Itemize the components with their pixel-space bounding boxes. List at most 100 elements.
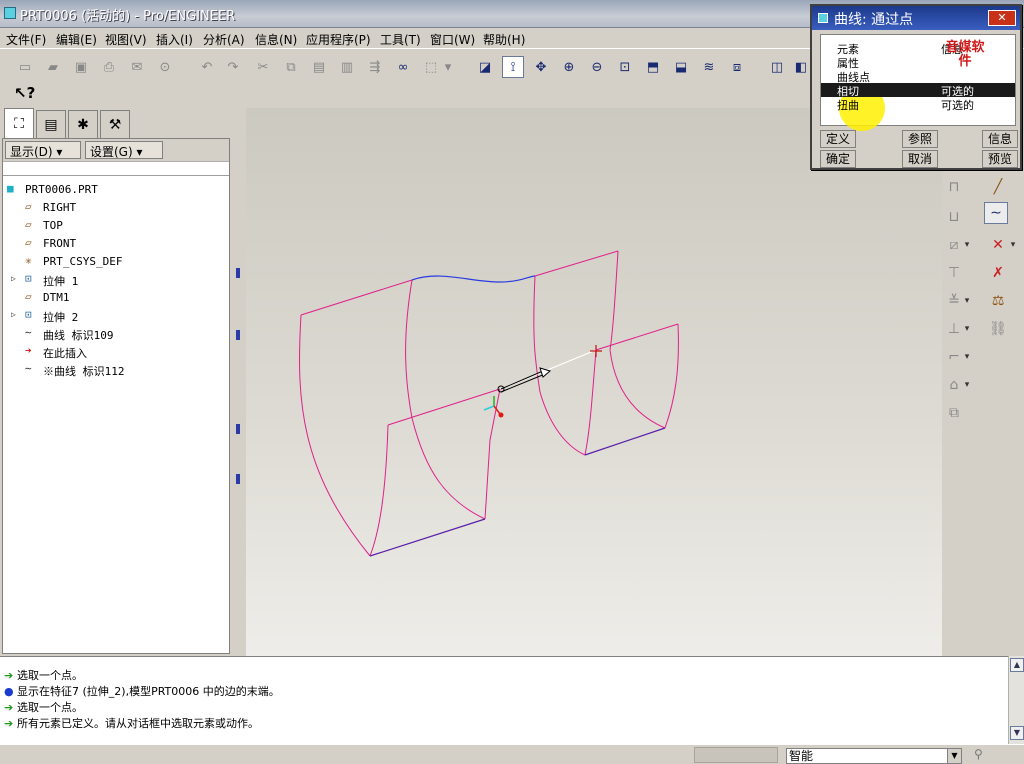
chevron-down-icon[interactable]: ▾ (962, 346, 972, 368)
menu-window[interactable]: 窗口(W) (430, 31, 475, 48)
selection-box-icon[interactable]: ⬚ (420, 56, 442, 78)
tree-item[interactable]: ✳ PRT_CSYS_DEF (3, 252, 227, 270)
sketch-line-icon[interactable]: ╱ (986, 176, 1010, 198)
tree-item[interactable]: ▱ FRONT (3, 234, 227, 252)
menu-insert[interactable]: 插入(I) (156, 31, 193, 48)
menu-file[interactable]: 文件(F) (6, 31, 46, 48)
graphics-window[interactable] (246, 108, 942, 656)
chevron-down-icon[interactable]: ▼ (947, 749, 961, 763)
chevron-down-icon[interactable]: ▾ (962, 374, 972, 396)
tree-item[interactable]: ▱ RIGHT (3, 198, 227, 216)
preview-button[interactable]: 预览 (982, 150, 1018, 168)
hole-tool-icon[interactable]: ⊓ (942, 176, 966, 198)
panel-sash[interactable] (232, 108, 244, 656)
model-tree: ■ PRT0006.PRT ▱ RIGHT ▱ TOP ▱ FRONT ✳ PRT_CSYS_DE… (3, 175, 229, 653)
zoom-out-icon[interactable]: ⊖ (586, 56, 608, 78)
layers-icon[interactable]: ≋ (698, 56, 720, 78)
element-row-curve-points[interactable]: 曲线点 (821, 69, 1015, 84)
whats-this-help-icon[interactable]: ↖? (14, 84, 35, 102)
print-icon[interactable]: ⎙ (98, 56, 120, 78)
tree-item-label: PRT_CSYS_DEF (43, 255, 123, 268)
chevron-down-icon[interactable]: ▾ (962, 290, 972, 312)
redo-icon[interactable]: ↷ (222, 56, 244, 78)
tree-item-label: DTM1 (43, 291, 70, 304)
wireframe-icon[interactable]: ◫ (766, 56, 788, 78)
cut-icon[interactable]: ✂ (252, 56, 274, 78)
define-button[interactable]: 定义 (820, 130, 856, 148)
paste-icon[interactable]: ▤ (308, 56, 330, 78)
copy-model-icon[interactable]: ⊙ (154, 56, 176, 78)
element-row-tangency[interactable]: 相切 可选的 (821, 83, 1015, 98)
saved-views-icon[interactable]: ⬓ (670, 56, 692, 78)
tree-filter-field[interactable] (3, 161, 229, 175)
info-button[interactable]: 信息 (982, 130, 1018, 148)
hidden-line-icon[interactable]: ◧ (794, 56, 808, 78)
menu-info[interactable]: 信息(N) (255, 31, 297, 48)
tree-item[interactable]: ➔ 在此插入 (3, 342, 227, 361)
spin-center-icon[interactable]: ⟟ (502, 56, 524, 78)
tree-item[interactable]: ▷ ⊡ 拉伸 2 (3, 306, 227, 325)
analysis-feature-icon[interactable]: ⚖ (986, 290, 1010, 312)
refit-icon[interactable]: ⊡ (614, 56, 636, 78)
menu-analysis[interactable]: 分析(A) (203, 31, 245, 48)
model-tree-tab[interactable]: ⛶ (4, 108, 34, 138)
expand-icon[interactable]: ▷ (11, 273, 23, 285)
scroll-up-icon[interactable]: ▲ (1010, 658, 1024, 672)
model-wireframe (299, 250, 679, 557)
open-folder-icon[interactable]: ▰ (42, 56, 64, 78)
tree-item[interactable]: ∼ 曲线 标识109 (3, 324, 227, 343)
shell-tool-icon[interactable]: ⊔ (942, 206, 966, 228)
element-row-tweak[interactable]: 扭曲 可选的 (821, 97, 1015, 112)
favorites-tab[interactable]: ✱ (68, 110, 98, 138)
chevron-down-icon[interactable]: ▾ (1008, 234, 1018, 256)
chevron-down-icon[interactable]: ▾ (442, 56, 454, 78)
reorient-icon[interactable]: ⬒ (642, 56, 664, 78)
bottom-edge (584, 427, 666, 456)
regenerate-icon[interactable]: ⇶ (364, 56, 386, 78)
tree-item[interactable]: ▷ ⊡ 拉伸 1 (3, 270, 227, 289)
dialog-title: 曲线: 通过点 (834, 12, 914, 28)
connections-tab[interactable]: ⚒ (100, 110, 130, 138)
find-binoculars-icon[interactable]: ∞ (392, 56, 414, 78)
menu-applications[interactable]: 应用程序(P) (306, 31, 371, 48)
expand-icon[interactable]: ▷ (11, 309, 23, 321)
folder-browser-tab[interactable]: ▤ (36, 110, 66, 138)
message-scrollbar[interactable]: ▲ ▼ (1008, 656, 1024, 744)
orient-mode-icon[interactable]: ✥ (530, 56, 552, 78)
ok-button[interactable]: 确定 (820, 150, 856, 168)
copy-icon[interactable]: ⧉ (280, 56, 302, 78)
chevron-down-icon[interactable]: ▾ (962, 234, 972, 256)
extrude-icon: ⊡ (25, 308, 32, 321)
tree-item[interactable]: ∼ ※曲线 标识112 (3, 360, 227, 379)
cancel-button[interactable]: 取消 (902, 150, 938, 168)
tree-item[interactable]: ▱ TOP (3, 216, 227, 234)
datum-point-icon[interactable]: ✕ (986, 234, 1010, 256)
tree-item[interactable]: ■ PRT0006.PRT (3, 180, 227, 198)
send-mail-icon[interactable]: ✉ (126, 56, 148, 78)
view-manager-icon[interactable]: ⧈ (726, 56, 748, 78)
datum-curve-icon[interactable]: ∼ (984, 202, 1008, 224)
menu-tools[interactable]: 工具(T) (380, 31, 421, 48)
undo-icon[interactable]: ↶ (196, 56, 218, 78)
element-row-attributes[interactable]: 属性 (821, 55, 1015, 70)
menu-view[interactable]: 视图(V) (105, 31, 147, 48)
menu-help[interactable]: 帮助(H) (483, 31, 525, 48)
reference-button[interactable]: 参照 (902, 130, 938, 148)
paste-special-icon[interactable]: ▥ (336, 56, 358, 78)
datum-display-icon[interactable]: ◪ (474, 56, 496, 78)
chevron-down-icon[interactable]: ▾ (962, 318, 972, 340)
settings-button[interactable]: 设置(G) ▾ (85, 141, 163, 159)
merge-tool-icon[interactable]: ⧉ (942, 402, 966, 424)
zoom-in-icon[interactable]: ⊕ (558, 56, 580, 78)
save-icon[interactable]: ▣ (70, 56, 92, 78)
menu-edit[interactable]: 编辑(E) (56, 31, 97, 48)
show-button[interactable]: 显示(D) ▾ (5, 141, 81, 159)
close-icon[interactable]: ✕ (988, 10, 1016, 26)
draft-tool-icon[interactable]: ⊤ (942, 262, 966, 284)
tree-item[interactable]: ▱ DTM1 (3, 288, 227, 306)
link-tool-icon[interactable]: ⛓ (986, 318, 1010, 340)
selection-filter[interactable]: 智能 ▼ (786, 748, 962, 764)
new-file-icon[interactable]: ▭ (14, 56, 36, 78)
scroll-down-icon[interactable]: ▼ (1010, 726, 1024, 740)
datum-csys-icon[interactable]: ✗ (986, 262, 1010, 284)
